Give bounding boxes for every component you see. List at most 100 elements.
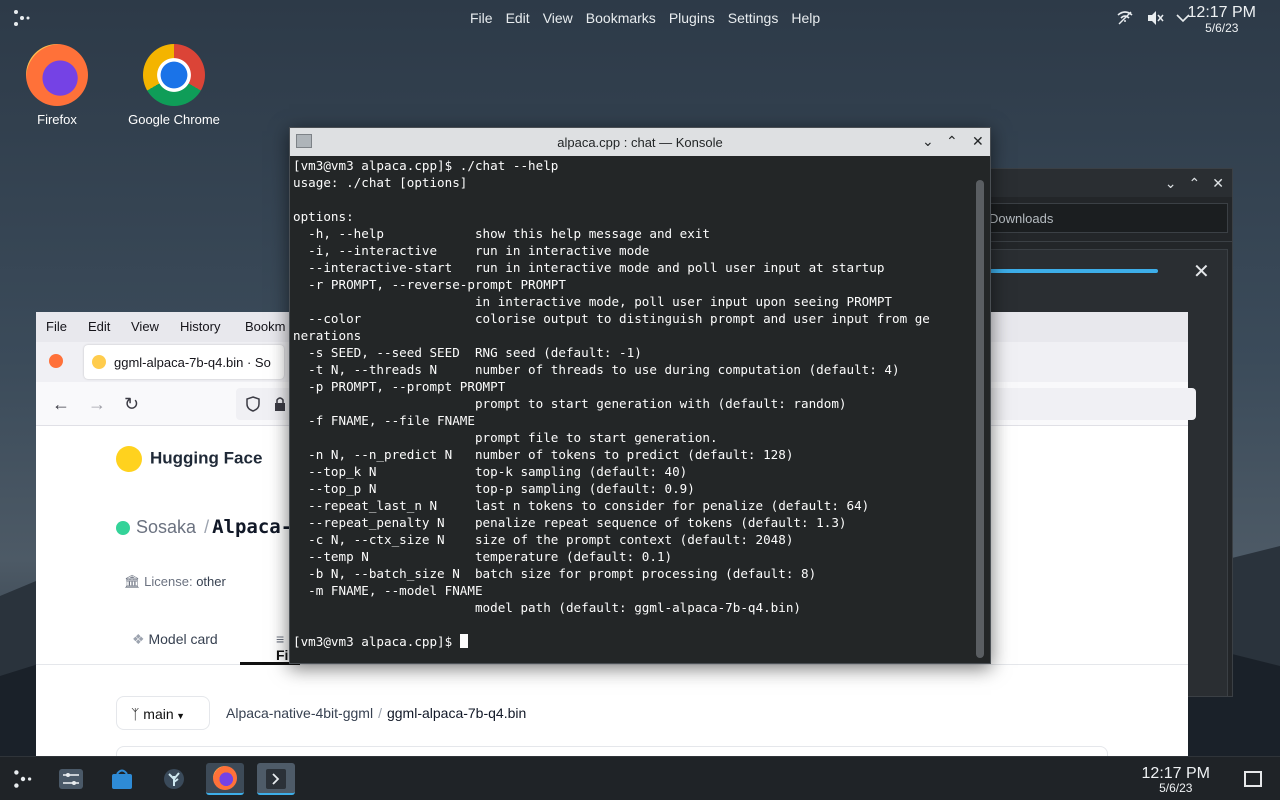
terminal-line: nerations bbox=[293, 328, 362, 343]
app-launcher-icon[interactable] bbox=[12, 769, 34, 789]
system-settings-task[interactable] bbox=[52, 763, 90, 795]
repo-name[interactable]: Alpaca- bbox=[212, 516, 292, 538]
terminal-line: -h, --help show this help message and ex… bbox=[293, 226, 711, 241]
menu-edit[interactable]: Edit bbox=[506, 10, 530, 26]
breadcrumb: Alpaca-native-4bit-ggml / ggml-alpaca-7b-q… bbox=[226, 705, 526, 721]
desktop-icon-label: Google Chrome bbox=[128, 112, 220, 127]
tab-model-card-label: Model card bbox=[148, 631, 218, 647]
firefox-view-icon[interactable] bbox=[49, 354, 63, 368]
menu-help[interactable]: Help bbox=[791, 10, 820, 26]
caret-down-icon: ▼ bbox=[173, 711, 186, 721]
ff-menu-file[interactable]: File bbox=[46, 319, 67, 334]
license-tag[interactable]: 🏛 License: other bbox=[124, 574, 226, 590]
terminal-line: --repeat_last_n N last n tokens to consi… bbox=[293, 498, 870, 513]
chrome-icon bbox=[143, 44, 205, 106]
terminal-line: -n N, --n_predict N number of tokens to … bbox=[293, 447, 794, 462]
terminal-line: usage: ./chat [options] bbox=[293, 175, 468, 190]
terminal-line: -b N, --batch_size N batch size for prom… bbox=[293, 566, 817, 581]
menu-view[interactable]: View bbox=[543, 10, 573, 26]
lock-icon[interactable] bbox=[274, 396, 286, 412]
system-tray bbox=[1116, 10, 1190, 26]
taskbar-clock[interactable]: 12:17 PM 5/6/23 bbox=[1142, 765, 1210, 795]
terminal-line: prompt to start generation with (default… bbox=[293, 396, 847, 411]
ff-menu-edit[interactable]: Edit bbox=[88, 319, 110, 334]
repo-owner[interactable]: Sosaka bbox=[136, 517, 196, 537]
network-icon[interactable] bbox=[1116, 10, 1134, 26]
reload-icon[interactable]: ↻ bbox=[124, 394, 139, 415]
branch-name: main bbox=[143, 706, 174, 722]
maximize-icon[interactable]: ⌃ bbox=[1189, 175, 1201, 192]
konsole-window[interactable]: alpaca.cpp : chat — Konsole ⌄ ⌃ ✕ [vm3@v… bbox=[289, 127, 991, 664]
crumb-repo[interactable]: Alpaca-native-4bit-ggml bbox=[226, 705, 373, 721]
terminal-lines: [vm3@vm3 alpaca.cpp]$ ./chat --help usage… bbox=[293, 157, 969, 633]
close-notification-icon[interactable]: ✕ bbox=[1193, 259, 1210, 284]
desktop-icon-firefox[interactable]: Firefox bbox=[2, 44, 112, 127]
menu-plugins[interactable]: Plugins bbox=[669, 10, 715, 26]
ff-menu-view[interactable]: View bbox=[131, 319, 159, 334]
hugging-face-favicon-icon bbox=[92, 355, 106, 369]
hf-logo[interactable]: Hugging Face bbox=[116, 446, 262, 472]
terminal-line: --top_p N top-p sampling (default: 0.9) bbox=[293, 481, 695, 496]
location-bar[interactable]: Downloads bbox=[988, 203, 1228, 233]
terminal-prompt-line: [vm3@vm3 alpaca.cpp]$ bbox=[293, 633, 969, 650]
desktop-icon-label: Firefox bbox=[37, 112, 77, 127]
branch-selector[interactable]: ᛉ main ▼ bbox=[116, 696, 210, 730]
terminal-line: prompt file to start generation. bbox=[293, 430, 718, 445]
minimize-icon[interactable]: ⌄ bbox=[1165, 175, 1177, 192]
terminal-icon bbox=[266, 769, 286, 789]
terminal-line: --temp N temperature (default: 0.1) bbox=[293, 549, 673, 564]
terminal-line: [vm3@vm3 alpaca.cpp]$ ./chat --help bbox=[293, 158, 559, 173]
top-clock[interactable]: 12:17 PM 5/6/23 bbox=[1188, 4, 1256, 35]
forward-icon[interactable]: → bbox=[88, 394, 106, 415]
repo-tabs: ❖ Model card ≡ Fi bbox=[132, 631, 288, 663]
konsole-titlebar[interactable]: alpaca.cpp : chat — Konsole ⌄ ⌃ ✕ bbox=[290, 128, 990, 156]
taskbar: 12:17 PM 5/6/23 bbox=[0, 756, 1280, 800]
text-cursor bbox=[459, 634, 468, 648]
tab-active[interactable]: ggml-alpaca-7b-q4.bin · So bbox=[84, 345, 284, 379]
terminal-line: -r PROMPT, --reverse-prompt PROMPT bbox=[293, 277, 566, 292]
terminal-line: -m FNAME, --model FNAME bbox=[293, 583, 483, 598]
terminal-line: model path (default: ggml-alpaca-7b-q4.b… bbox=[293, 600, 801, 615]
close-icon[interactable]: ✕ bbox=[972, 133, 984, 150]
repo-separator: / bbox=[204, 517, 210, 537]
terminal-line: --interactive-start run in interactive m… bbox=[293, 260, 885, 275]
terminal-line: --color colorise output to distinguish p… bbox=[293, 311, 930, 326]
menu-settings[interactable]: Settings bbox=[728, 10, 779, 26]
discover-task[interactable] bbox=[103, 763, 141, 795]
tab-files-label: Fi bbox=[276, 647, 289, 663]
scrollbar-thumb[interactable] bbox=[976, 180, 984, 658]
show-desktop-icon[interactable] bbox=[1244, 771, 1262, 787]
top-panel: File Edit View Bookmarks Plugins Setting… bbox=[0, 0, 1280, 36]
maximize-icon[interactable]: ⌃ bbox=[946, 133, 958, 150]
minimize-icon[interactable]: ⌄ bbox=[922, 133, 934, 150]
volume-muted-icon[interactable] bbox=[1146, 10, 1164, 26]
app-launcher-icon[interactable] bbox=[12, 9, 32, 27]
terminal-line: -t N, --threads N number of threads to u… bbox=[293, 362, 900, 377]
terminal-line: -f FNAME, --file FNAME bbox=[293, 413, 475, 428]
terminal-line: -c N, --ctx_size N size of the prompt co… bbox=[293, 532, 794, 547]
firefox-task[interactable] bbox=[206, 763, 244, 795]
back-icon[interactable]: ← bbox=[52, 394, 70, 415]
license-icon: 🏛 bbox=[124, 574, 141, 589]
license-label: License: bbox=[144, 574, 193, 589]
tab-files[interactable]: ≡ Fi bbox=[276, 631, 288, 663]
menu-file[interactable]: File bbox=[470, 10, 493, 26]
dolphin-task[interactable] bbox=[155, 763, 193, 795]
menu-bookmarks[interactable]: Bookmarks bbox=[586, 10, 656, 26]
konsole-task[interactable] bbox=[257, 763, 295, 795]
shield-icon[interactable] bbox=[246, 396, 260, 412]
terminal-output[interactable]: [vm3@vm3 alpaca.cpp]$ ./chat --help usage… bbox=[293, 156, 969, 663]
terminal-line: in interactive mode, poll user input upo… bbox=[293, 294, 892, 309]
close-icon[interactable]: ✕ bbox=[1212, 175, 1224, 192]
tab-model-card[interactable]: ❖ Model card bbox=[132, 631, 218, 647]
global-menu: File Edit View Bookmarks Plugins Setting… bbox=[470, 10, 820, 26]
files-icon: ≡ bbox=[276, 631, 285, 647]
desktop-icon-chrome[interactable]: Google Chrome bbox=[119, 44, 229, 127]
ff-menu-bookmarks[interactable]: Bookm bbox=[245, 319, 285, 334]
crumb-file[interactable]: ggml-alpaca-7b-q4.bin bbox=[387, 705, 526, 721]
ff-menu-history[interactable]: History bbox=[180, 319, 220, 334]
shell-prompt: [vm3@vm3 alpaca.cpp]$ bbox=[293, 634, 460, 649]
terminal-scrollbar[interactable] bbox=[975, 162, 985, 658]
